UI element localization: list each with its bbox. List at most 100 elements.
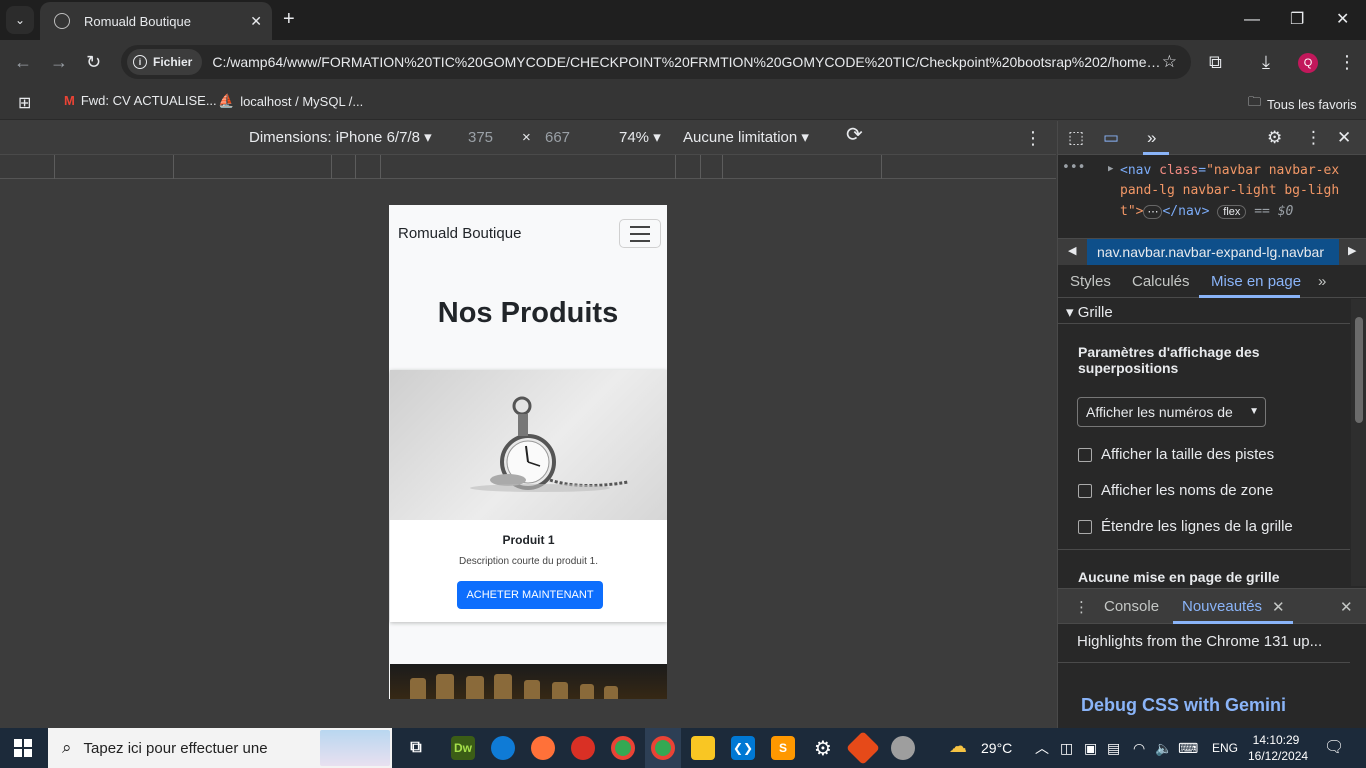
dom-breadcrumb: ◀ nav.navbar.navbar-expand-lg.navbar ▶ [1058,238,1366,266]
tab-console[interactable]: Console [1104,598,1159,615]
dom-node[interactable]: <nav class="navbar navbar-ex [1120,163,1339,178]
notifications-icon[interactable]: 🗨 [1324,739,1344,757]
checkbox-extend-lines[interactable]: Étendre les lignes de la grille [1078,518,1293,535]
emulated-page: Romuald Boutique Nos Produits Produit 1 … [389,205,667,699]
navbar-toggler-icon[interactable] [619,219,661,248]
product-description: Description courte du produit 1. [459,556,598,567]
keyboard-icon[interactable]: ⌨ [1178,739,1198,757]
show-hidden-icon[interactable]: ︿ [1035,739,1049,757]
camera-icon[interactable]: ▣ [1084,739,1097,757]
new-tab-icon[interactable]: + [283,9,295,29]
tab-search-button[interactable]: ⌄ [6,6,34,34]
task-view-icon[interactable]: ⧉ [404,736,428,760]
device-toolbar: Dimensions: iPhone 6/7/8 ▾ 375 × 667 74%… [0,121,1056,155]
edge-icon[interactable] [491,736,515,760]
width-input[interactable]: 375 [468,129,493,147]
overlay-select[interactable]: Afficher les numéros de ▼ [1077,397,1266,427]
navbar-brand[interactable]: Romuald Boutique [398,225,521,242]
throttle-select[interactable]: Aucune limitation ▾ [683,129,809,147]
ellipsis-icon: ••• [1062,160,1086,175]
breadcrumb-item[interactable]: nav.navbar.navbar-expand-lg.navbar [1087,239,1339,266]
pane-scrollbar[interactable] [1351,299,1366,586]
device-more-icon[interactable]: ⋮ [1024,129,1042,147]
grid-section-header[interactable]: ▾ Grille [1066,303,1113,321]
devtools-close-icon[interactable]: ✕ [1337,128,1351,148]
windows-start-icon[interactable] [14,739,32,757]
clock[interactable]: 14:10:29 16/12/2024 [1248,732,1308,764]
extensions-icon[interactable]: ⧉ [1209,52,1222,72]
site-info-chip[interactable]: i Fichier [127,49,203,75]
back-icon[interactable]: ← [14,52,32,72]
weather-temp[interactable]: 29°C [981,739,1012,757]
device-toggle-icon[interactable]: ▭ [1103,128,1119,148]
product-card: Produit 1 Description courte du produit … [390,370,667,622]
profile-avatar[interactable]: Q [1298,53,1318,73]
checkbox-track-sizes[interactable]: Afficher la taille des pistes [1078,446,1274,463]
drawer-menu-icon[interactable]: ⋮ [1074,598,1089,616]
devtools-menu-icon[interactable]: ⋮ [1305,128,1322,148]
checkbox-area-names[interactable]: Afficher les noms de zone [1078,482,1273,499]
chrome-profile-icon[interactable] [651,736,675,760]
bookmark-star-icon[interactable]: ☆ [1162,52,1177,72]
address-bar[interactable]: i Fichier C:/wamp64/www/FORMATION%20TIC%… [121,45,1191,79]
minimize-icon[interactable]: — [1244,10,1260,30]
file-explorer-icon[interactable] [691,736,715,760]
more-subtabs-icon[interactable]: » [1318,273,1326,290]
apps-grid-icon[interactable]: ⊞ [18,93,31,113]
window-close-icon[interactable]: ✕ [1336,10,1349,30]
tab-title: Romuald Boutique [84,13,191,29]
tab-computed[interactable]: Calculés [1132,273,1190,290]
flex-badge[interactable]: flex [1217,205,1247,219]
drawer-close-icon[interactable]: ✕ [1340,598,1353,616]
git-icon[interactable] [846,731,880,765]
bookmark-label: Fwd: CV ACTUALISE... [80,93,217,108]
restore-icon[interactable]: ❐ [1290,10,1304,30]
layout-pane: ▾ Grille Paramètres d'affichage des supe… [1058,299,1350,586]
bookmark-phpmyadmin[interactable]: ⛵ localhost / MySQL /... [218,93,363,109]
weather-icon[interactable]: ☁ [949,737,967,755]
folder-icon: 🗀 [1248,94,1262,109]
firefox-icon[interactable] [531,736,555,760]
language-indicator[interactable]: ENG [1212,739,1238,757]
bookmark-gmail[interactable]: M Fwd: CV ACTUALISE... [64,93,217,108]
paint-icon[interactable] [891,736,915,760]
download-icon[interactable]: ⤓ [1262,52,1270,72]
wifi-icon[interactable]: ◠ [1133,739,1145,757]
expand-triangle-icon[interactable]: ▶ [1108,164,1113,174]
close-tab-icon[interactable]: ✕ [1272,598,1285,616]
buy-now-button[interactable]: ACHETER MAINTENANT [457,581,603,609]
volume-icon[interactable]: 🔈 [1155,739,1172,757]
rotate-icon[interactable]: ⟳ [846,125,863,145]
reload-icon[interactable]: ↻ [86,52,101,72]
network-icon[interactable]: ▤ [1107,739,1120,757]
vscode-icon[interactable]: ❮❯ [731,736,755,760]
chrome-icon[interactable] [611,736,635,760]
forward-icon[interactable]: → [50,52,68,72]
all-bookmarks-label: Tous les favoris [1267,96,1357,112]
breadcrumb-left-icon[interactable]: ◀ [1068,244,1076,257]
sublime-icon[interactable]: S [771,736,795,760]
url-text[interactable]: C:/wamp64/www/FORMATION%20TIC%20GOMYCODE… [212,54,1162,70]
zoom-select[interactable]: 74% ▾ [619,129,661,147]
taskbar-search[interactable]: ⌕ Tapez ici pour effectuer une [48,728,392,768]
more-tabs-icon[interactable]: » [1147,128,1156,148]
tab-layout[interactable]: Mise en page [1211,273,1301,290]
bookmarks-bar: ⊞ M Fwd: CV ACTUALISE... ⛵ localhost / M… [0,86,1366,120]
inspect-element-icon[interactable]: ⬚ [1068,128,1084,148]
all-bookmarks[interactable]: 🗀 Tous les favoris [1248,93,1357,115]
device-select[interactable]: Dimensions: iPhone 6/7/8 ▾ [249,129,432,147]
tab-styles[interactable]: Styles [1070,273,1111,290]
tab-close-icon[interactable]: ✕ [250,13,262,30]
breadcrumb-right-icon[interactable]: ▶ [1348,244,1356,257]
settings-gear-icon[interactable]: ⚙ [1267,128,1282,148]
tray-app-icon[interactable]: ◫ [1060,739,1073,757]
height-input[interactable]: 667 [545,129,570,147]
tab-whats-new[interactable]: Nouveautés [1182,598,1262,615]
dreamweaver-icon[interactable]: Dw [451,736,475,760]
browser-tab[interactable]: Romuald Boutique ✕ [40,2,272,40]
app-icon[interactable] [571,736,595,760]
whats-new-title[interactable]: Debug CSS with Gemini [1081,695,1286,716]
whats-new-highlights[interactable]: Highlights from the Chrome 131 up... [1077,633,1322,650]
settings-icon[interactable]: ⚙ [811,736,835,760]
menu-kebab-icon[interactable]: ⋮ [1338,52,1356,72]
